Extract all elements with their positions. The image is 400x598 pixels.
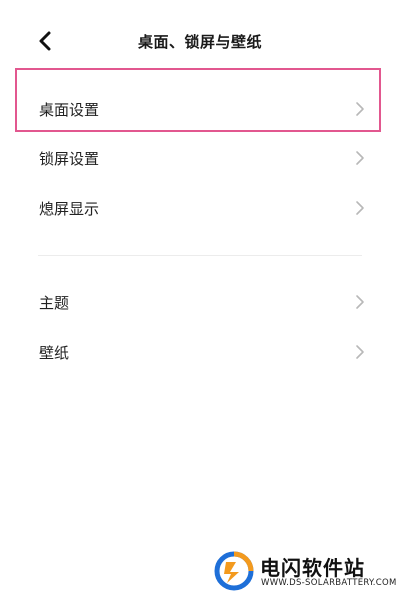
chevron-right-icon [356, 151, 364, 165]
watermark-title: 电闪软件站 [260, 556, 365, 580]
site-logo-icon [214, 551, 254, 591]
watermark-url: WWW.DS-SOLARBATTERY.COM [261, 578, 397, 588]
watermark: 电闪软件站 WWW.DS-SOLARBATTERY.COM [200, 545, 400, 598]
menu-item-lock-screen-settings[interactable]: 锁屏设置 [0, 138, 400, 178]
menu-item-label: 桌面设置 [39, 101, 100, 119]
menu-item-theme[interactable]: 主题 [0, 282, 400, 322]
chevron-right-icon [356, 102, 364, 116]
chevron-right-icon [356, 295, 364, 309]
menu-item-always-on-display[interactable]: 熄屏显示 [0, 188, 400, 228]
section-divider [38, 255, 362, 256]
menu-item-label: 壁纸 [39, 344, 70, 362]
menu-item-desktop-settings[interactable]: 桌面设置 [0, 89, 400, 129]
menu-item-label: 锁屏设置 [39, 150, 100, 168]
menu-item-label: 熄屏显示 [39, 200, 100, 218]
menu-item-wallpaper[interactable]: 壁纸 [0, 332, 400, 372]
menu-item-label: 主题 [39, 294, 70, 312]
chevron-right-icon [356, 345, 364, 359]
chevron-right-icon [356, 201, 364, 215]
page-title: 桌面、锁屏与壁纸 [137, 33, 262, 51]
